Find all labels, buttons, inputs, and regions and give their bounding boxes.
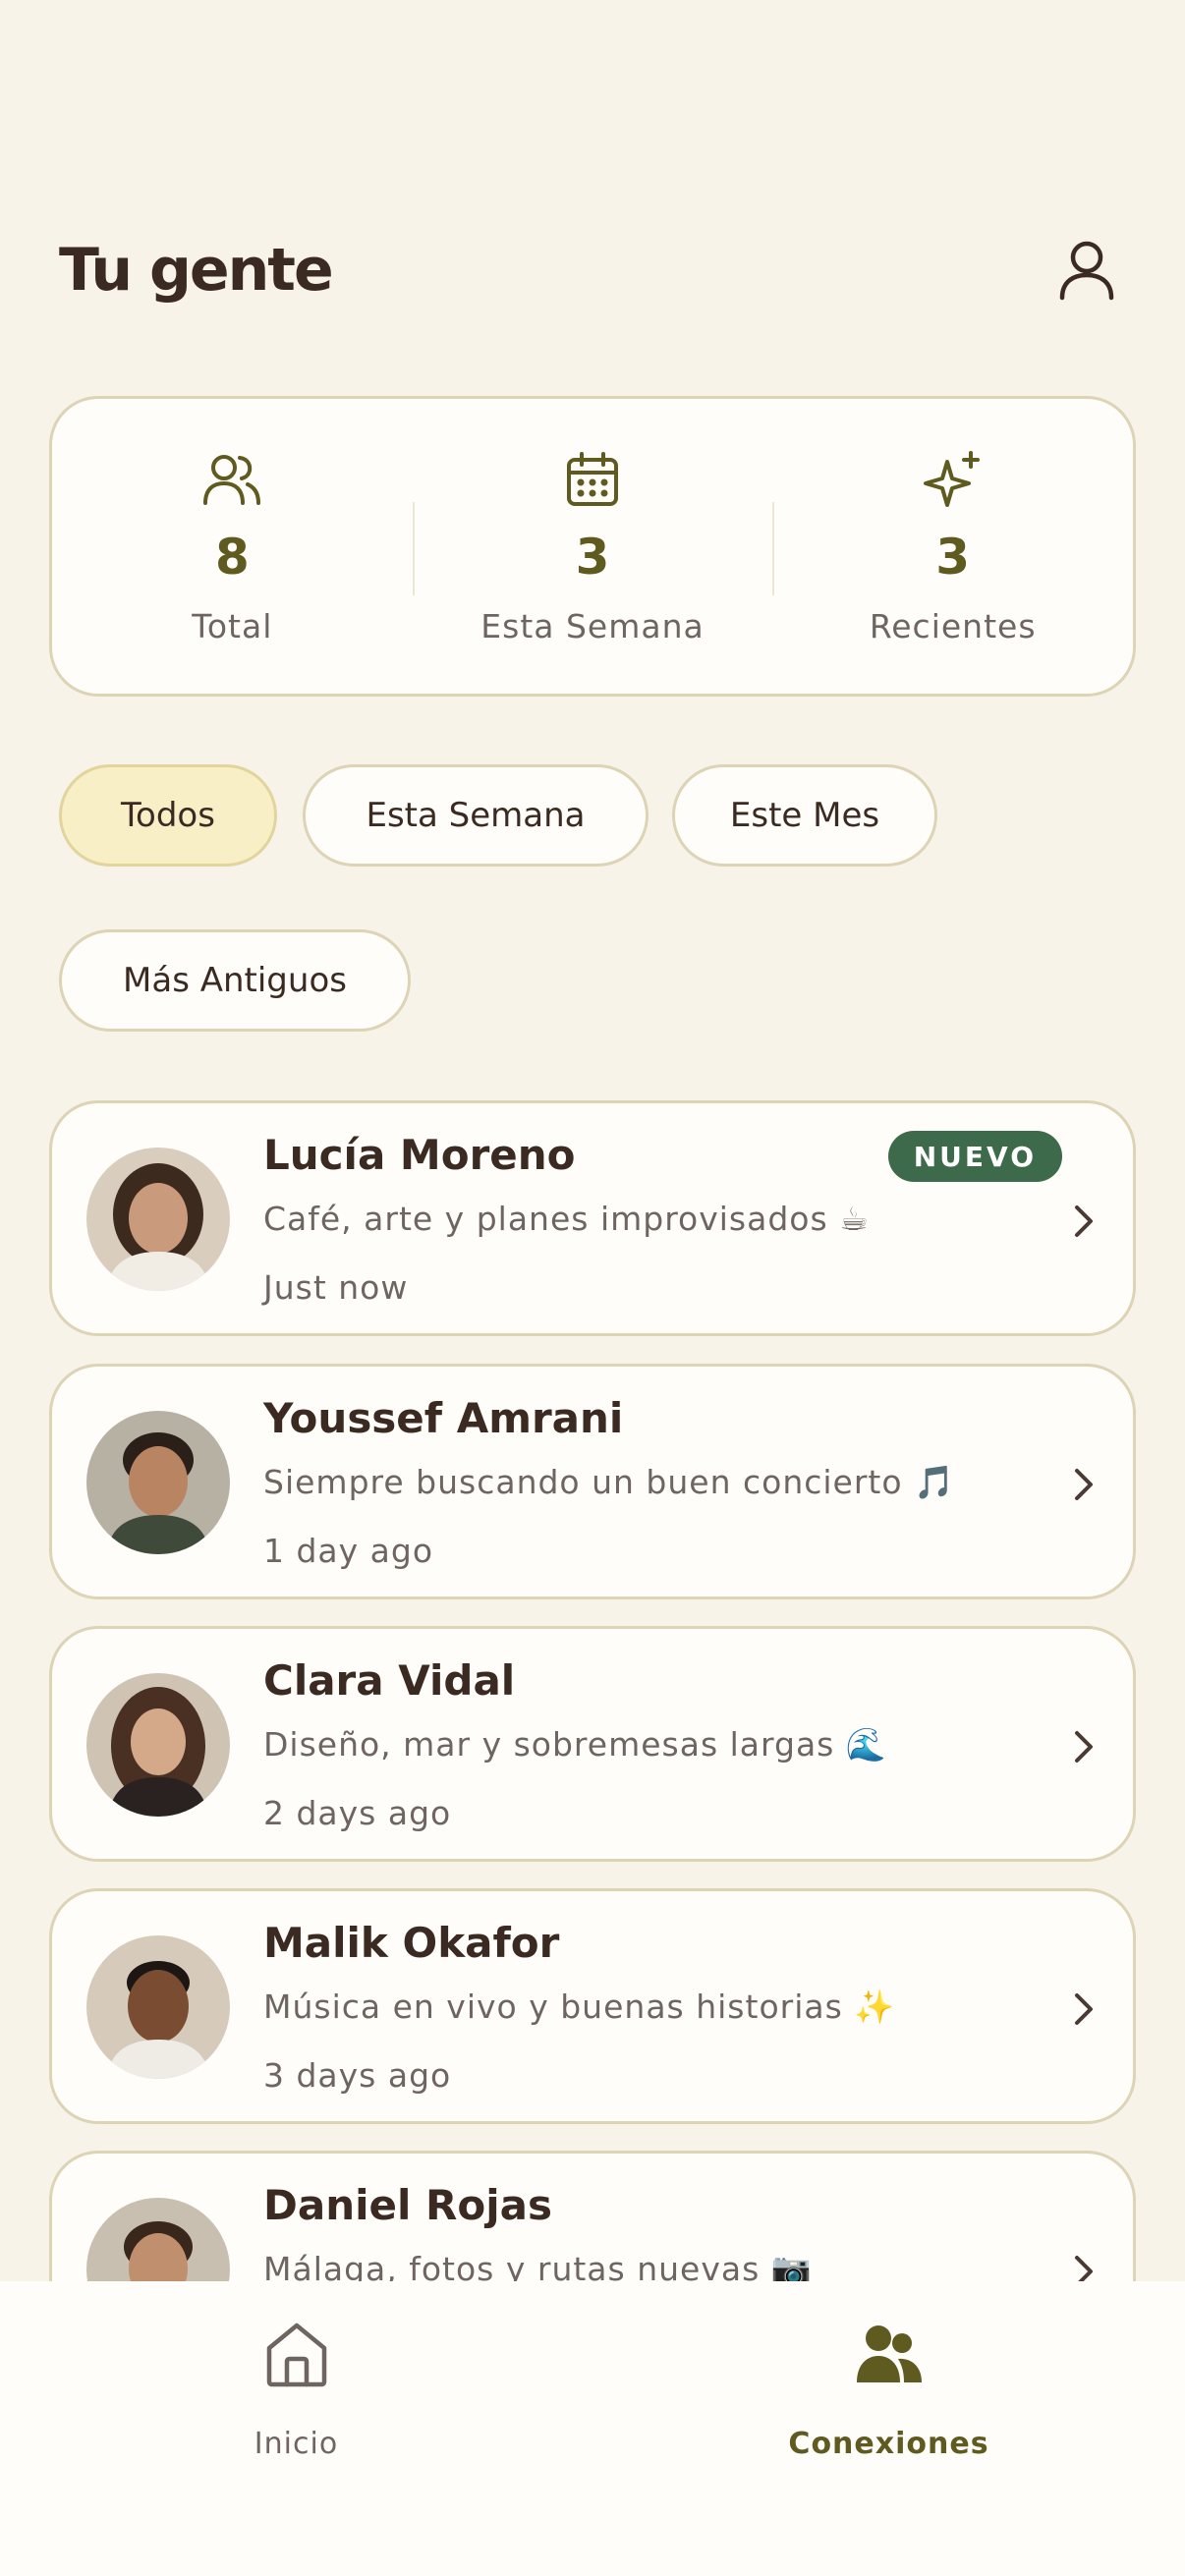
avatar [86,1673,230,1817]
stat-recent: 3 Recientes [772,399,1133,694]
new-badge: NUEVO [887,1131,1062,1182]
stat-total: 8 Total [52,399,413,694]
person-name: Malik Okafor [263,1919,560,1967]
filter-all[interactable]: Todos [59,764,277,867]
person-time: 1 day ago [263,1532,434,1570]
nav-conexiones[interactable]: Conexiones [592,2281,1185,2576]
bottom-nav: Inicio Conexiones [0,2281,1185,2576]
nav-inicio-label: Inicio [254,2427,339,2461]
filter-this-week[interactable]: Esta Semana [303,764,649,867]
nav-inicio[interactable]: Inicio [0,2281,592,2576]
avatar [86,1148,230,1291]
stat-week-value: 3 [575,529,610,586]
person-card-malik[interactable]: Malik Okafor Música en vivo y buenas his… [49,1888,1136,2124]
person-name: Youssef Amrani [263,1394,624,1442]
chevron-right-icon [1064,1986,1103,2033]
person-card-youssef[interactable]: Youssef Amrani Siempre buscando un buen … [49,1364,1136,1599]
profile-button[interactable] [1047,231,1126,309]
person-card-clara[interactable]: Clara Vidal Diseño, mar y sobremesas lar… [49,1626,1136,1862]
sparkles-icon [923,451,980,507]
chevron-right-icon [1064,1723,1103,1770]
person-name: Lucía Moreno [263,1131,576,1179]
avatar [86,1935,230,2079]
person-name: Clara Vidal [263,1656,516,1705]
person-bio: Música en vivo y buenas historias ✨ [263,1988,896,2026]
stat-week-label: Esta Semana [480,607,705,645]
person-bio: Diseño, mar y sobremesas largas 🌊 [263,1725,887,1764]
filter-this-month[interactable]: Este Mes [672,764,937,867]
stat-recent-label: Recientes [869,607,1037,645]
stats-card: 8 Total 3 Esta Semana 3 Recientes [49,396,1136,697]
chevron-right-icon [1064,1198,1103,1245]
avatar [86,1411,230,1554]
page-title: Tu gente [59,236,334,305]
person-bio: Siempre buscando un buen concierto 🎵 [263,1463,956,1501]
person-time: 3 days ago [263,2056,452,2095]
users-icon [203,455,261,505]
person-time: Just now [263,1268,409,1307]
header: Tu gente [59,226,1126,314]
stat-recent-value: 3 [935,529,971,586]
stat-week: 3 Esta Semana [412,399,773,694]
calendar-icon [567,452,618,506]
person-time: 2 days ago [263,1794,452,1832]
person-bio: Café, arte y planes improvisados ☕ [263,1200,870,1238]
filter-oldest[interactable]: Más Antiguos [59,929,411,1032]
stat-total-label: Total [192,607,273,645]
users-icon [856,2325,922,2382]
chevron-right-icon [1064,1461,1103,1508]
person-card-lucia[interactable]: Lucía Moreno NUEVO Café, arte y planes i… [49,1100,1136,1336]
page: Tu gente 8 Total 3 Esta Semana 3 Recient… [0,0,1185,2576]
person-name: Daniel Rojas [263,2181,552,2229]
nav-conexiones-label: Conexiones [788,2427,989,2461]
home-icon [266,2323,326,2387]
user-icon [1059,241,1114,301]
stat-total-value: 8 [214,529,250,586]
